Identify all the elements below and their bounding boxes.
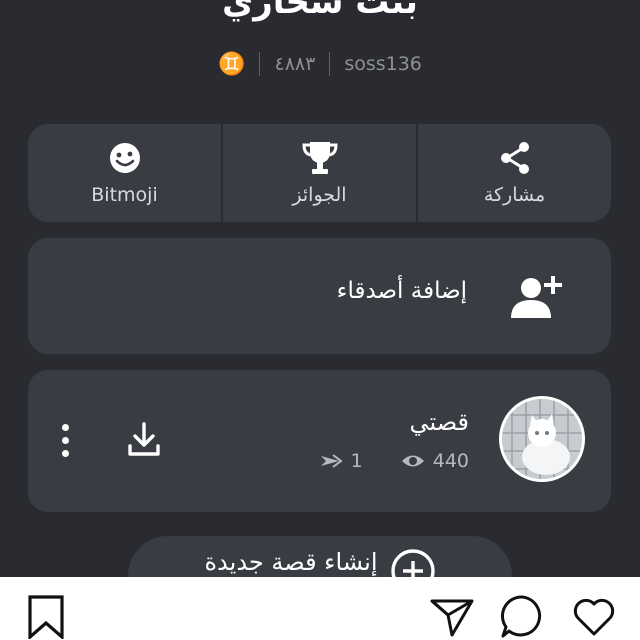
view-count: 440 [432, 450, 469, 472]
profile-actions: Bitmoji الجوائز مشاركة [28, 124, 611, 222]
download-icon[interactable] [126, 422, 162, 458]
share-icon [500, 142, 529, 174]
bookmark-icon[interactable] [26, 595, 66, 639]
add-friends-label: إضافة أصدقاء [336, 278, 467, 304]
cat-image [502, 399, 582, 479]
eye-icon [401, 455, 424, 467]
profile-meta: ♊ ٤٨٨٣ soss136 [0, 48, 640, 80]
share-button[interactable]: مشاركة [416, 124, 611, 222]
awards-label: الجوائز [292, 184, 347, 206]
awards-button[interactable]: الجوائز [221, 124, 416, 222]
zodiac-icon: ♊ [218, 51, 246, 77]
divider [329, 52, 331, 76]
share-label: مشاركة [483, 184, 546, 206]
screenshot-count: 1 [350, 450, 363, 472]
more-icon[interactable] [62, 424, 69, 457]
bitmoji-button[interactable]: Bitmoji [28, 124, 221, 222]
bitmoji-label: Bitmoji [91, 184, 158, 206]
story-thumbnail[interactable] [499, 396, 585, 482]
bitmoji-icon [109, 143, 140, 173]
story-title: قصتي [409, 408, 469, 436]
story-stats: 1 440 [319, 450, 469, 472]
send-icon[interactable] [430, 595, 474, 639]
screenshot-icon [320, 454, 343, 468]
heart-icon[interactable] [572, 595, 616, 637]
comment-icon[interactable] [500, 595, 544, 639]
divider [259, 52, 261, 76]
bottom-action-bar [0, 577, 640, 640]
new-story-label: إنشاء قصة جديدة [204, 548, 378, 576]
username: soss136 [344, 53, 422, 75]
my-story-card[interactable]: قصتي 1 440 [28, 370, 611, 512]
snap-score: ٤٨٨٣ [274, 53, 316, 75]
add-friends-button[interactable]: إضافة أصدقاء [28, 238, 611, 354]
trophy-icon [301, 142, 338, 174]
add-friend-icon [511, 276, 562, 318]
profile-name: بنت سحاري [222, 0, 418, 22]
